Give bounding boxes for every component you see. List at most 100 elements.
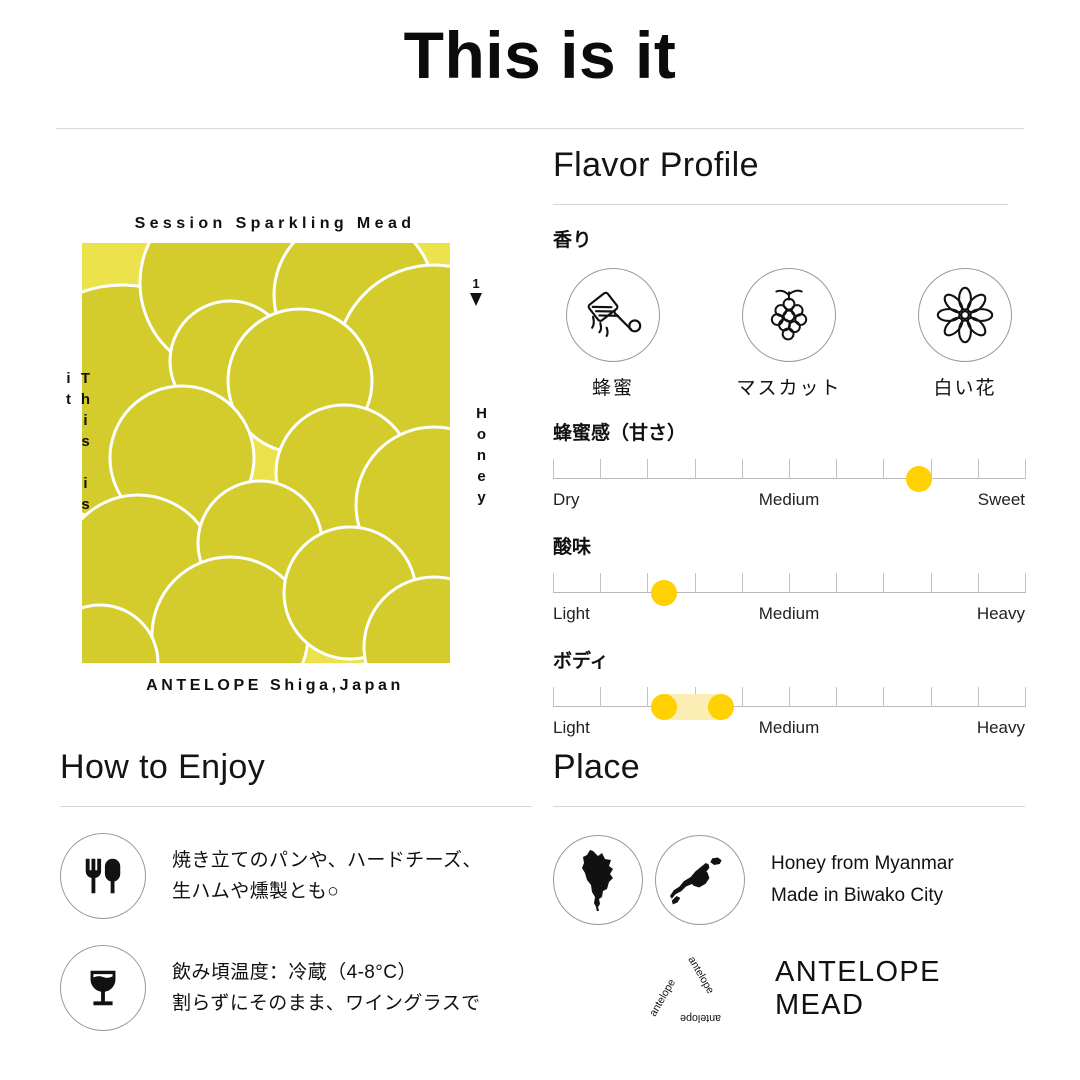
map-icon-wrap-myanmar — [553, 835, 643, 925]
slider-handle[interactable] — [905, 466, 932, 492]
slider-legend-left: Dry — [553, 490, 580, 509]
slider-tick — [977, 459, 979, 479]
slider-tick — [647, 459, 649, 479]
brand-row: antelope antelope antelope ANTELOPE MEAD — [649, 955, 1025, 1023]
flavor-section-divider — [553, 204, 1008, 205]
slider-tick — [789, 573, 790, 593]
slider-tick — [647, 573, 649, 593]
circles-pattern-svg — [82, 243, 450, 663]
slider-tick — [883, 687, 885, 707]
enjoy-text-line2: 割らずにそのまま、ワイングラスで — [172, 993, 481, 1014]
product-label-artwork: Session Sparkling Mead This is it Honey … — [60, 215, 490, 695]
place-section-title: Place — [553, 748, 641, 786]
flavor-profile-section: Flavor Profile 香り 蜂蜜 マスカット 白い花 蜂蜜感（甘さ） D… — [553, 146, 1026, 742]
slider-tick — [836, 459, 838, 479]
slider-legend-left: Light — [553, 718, 590, 737]
japan-map-icon — [669, 857, 722, 905]
slider-tick — [1025, 459, 1026, 479]
logo-word-2: antelope — [680, 1012, 721, 1023]
slider-handle[interactable] — [650, 580, 677, 606]
map-icon-wrap-japan — [655, 835, 745, 925]
grapes-icon — [770, 289, 808, 341]
flavor-section-title: Flavor Profile — [553, 146, 759, 184]
slider-tick — [930, 687, 932, 707]
label-mark-number: 1 — [472, 276, 480, 291]
slider-tick — [883, 573, 885, 593]
label-top-text: Session Sparkling Mead — [134, 215, 416, 232]
slider-tick — [741, 687, 743, 707]
aroma-item-white-flower: 白い花 — [905, 268, 1025, 400]
place-text-line2: Made in Biwako City — [771, 885, 944, 906]
slider-tick — [600, 573, 602, 593]
label-side-text-left: This is it — [60, 370, 94, 517]
place-section: Place Honey from Myanmar Made in Biwako … — [553, 750, 1025, 1023]
logo-word-1: antelope — [685, 955, 716, 996]
brand-name: ANTELOPE MEAD — [775, 956, 941, 1021]
slider-handle[interactable] — [707, 694, 734, 720]
slider-tick — [977, 687, 979, 707]
slider-tick — [1025, 573, 1026, 593]
aroma-icon-wrap — [742, 268, 836, 362]
aroma-icon-wrap — [918, 268, 1012, 362]
slider-sweetness: 蜂蜜感（甘さ） Dry Medium Sweet — [553, 418, 1026, 514]
enjoy-icon-wrap — [60, 945, 146, 1031]
label-bottom-text: ANTELOPE Shiga,Japan — [146, 677, 404, 694]
slider-title: 酸味 — [553, 537, 592, 558]
enjoy-text-line2: 生ハムや燻製とも○ — [172, 881, 340, 902]
fork-spoon-icon — [85, 858, 121, 894]
slider-body: ボディ Light Medium Heavy — [553, 646, 1026, 742]
label-pattern — [82, 243, 450, 663]
enjoy-text: 飲み頃温度：冷蔵（4-8°C） 割らずにそのまま、ワイングラスで — [172, 957, 481, 1020]
honey-dipper-icon — [587, 291, 642, 337]
slider-tick — [694, 459, 696, 479]
slider-legend-mid: Medium — [758, 490, 820, 509]
aroma-item-muscat: マスカット — [729, 268, 849, 400]
enjoy-item-serving-temp: 飲み頃温度：冷蔵（4-8°C） 割らずにそのまま、ワイングラスで — [60, 945, 532, 1031]
slider-tick — [694, 573, 696, 593]
slider-legend-mid: Medium — [758, 718, 820, 737]
slider-tick — [836, 687, 838, 707]
slider-tick — [789, 687, 790, 707]
slider-legend-right: Heavy — [976, 718, 1025, 737]
slider-tick — [600, 459, 602, 479]
enjoy-icon-wrap — [60, 833, 146, 919]
slider-title: 蜂蜜感（甘さ） — [553, 423, 687, 444]
aroma-item-honey: 蜂蜜 — [553, 268, 673, 400]
enjoy-section-divider — [60, 806, 532, 807]
slider-scale[interactable] — [553, 570, 1026, 606]
slider-handle[interactable] — [650, 694, 677, 720]
place-text: Honey from Myanmar Made in Biwako City — [771, 848, 954, 913]
slider-legend: Light Medium Heavy — [553, 718, 1025, 742]
wine-glass-icon — [90, 970, 116, 1006]
myanmar-map-icon — [582, 850, 613, 911]
slider-tick — [600, 687, 602, 707]
slider-acidity: 酸味 Light Medium Heavy — [553, 532, 1026, 628]
aroma-row: 蜂蜜 マスカット 白い花 — [553, 268, 1025, 400]
slider-tick — [789, 459, 790, 479]
aroma-name: 白い花 — [933, 378, 997, 399]
slider-tick — [553, 687, 554, 707]
aroma-label: 香り — [553, 230, 593, 251]
enjoy-item-food-pairing: 焼き立てのパンや、ハードチーズ、 生ハムや燻製とも○ — [60, 833, 532, 919]
slider-tick — [741, 573, 743, 593]
enjoy-text: 焼き立てのパンや、ハードチーズ、 生ハムや燻製とも○ — [172, 845, 482, 908]
place-row: Honey from Myanmar Made in Biwako City — [553, 835, 1025, 925]
slider-scale[interactable] — [553, 684, 1026, 720]
slider-legend-right: Sweet — [977, 490, 1025, 509]
slider-scale[interactable] — [553, 456, 1026, 492]
title-divider — [56, 128, 1024, 129]
enjoy-text-line1: 飲み頃温度：冷蔵（4-8°C） — [172, 961, 417, 983]
slider-tick — [977, 573, 979, 593]
place-text-line1: Honey from Myanmar — [771, 852, 954, 874]
slider-tick — [836, 573, 838, 593]
enjoy-section-title: How to Enjoy — [60, 748, 266, 786]
slider-tick — [1025, 687, 1026, 707]
slider-tick — [553, 459, 554, 479]
slider-tick — [883, 459, 885, 479]
slider-legend-right: Heavy — [976, 604, 1025, 623]
logo-word-3: antelope — [649, 977, 678, 1019]
flower-icon — [936, 286, 994, 344]
slider-legend-left: Light — [553, 604, 590, 623]
aroma-name: 蜂蜜 — [591, 378, 634, 399]
slider-legend: Dry Medium Sweet — [553, 490, 1025, 514]
